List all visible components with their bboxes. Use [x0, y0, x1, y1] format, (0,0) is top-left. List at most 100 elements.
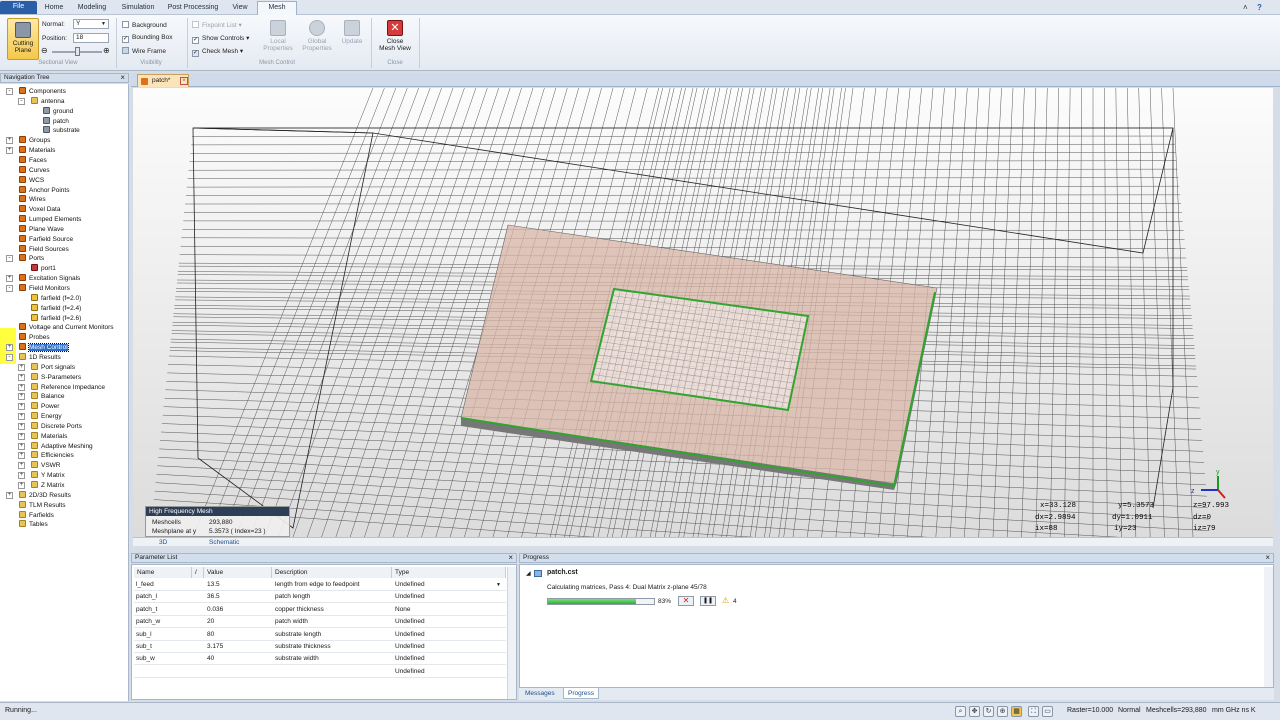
- tree-item[interactable]: Tables: [19, 520, 48, 529]
- tree-item[interactable]: - Field Monitors: [6, 284, 70, 293]
- tab-file[interactable]: File: [0, 1, 37, 14]
- tree-item[interactable]: + Materials: [6, 146, 55, 155]
- tree-item[interactable]: +2D/3D Results: [6, 490, 71, 500]
- bounding-box-checkbox[interactable]: ✓ Bounding Box: [122, 34, 172, 43]
- close-icon[interactable]: ×: [120, 74, 125, 82]
- scrollbar[interactable]: [1264, 567, 1273, 687]
- cell-value[interactable]: 80: [207, 629, 273, 641]
- tree-item[interactable]: + Adaptive Meshing: [18, 441, 93, 451]
- scrollbar[interactable]: [507, 567, 516, 699]
- tree-item[interactable]: + Materials: [18, 431, 67, 441]
- collapse-icon[interactable]: -: [6, 353, 13, 361]
- tree-item[interactable]: Voxel Data: [19, 205, 60, 214]
- tree-item[interactable]: + Mesh Control: [6, 343, 69, 353]
- warning-icon[interactable]: ⚠: [722, 596, 729, 605]
- collapse-icon[interactable]: ◢: [526, 570, 531, 577]
- tree-item[interactable]: - Ports: [6, 254, 44, 263]
- close-tab-icon[interactable]: ×: [180, 77, 188, 85]
- col-type[interactable]: Type: [392, 567, 506, 578]
- tree-item[interactable]: patch: [43, 116, 69, 126]
- expand-icon[interactable]: +: [18, 413, 25, 421]
- cutting-plane-button[interactable]: Cutting Plane: [7, 18, 39, 60]
- tree-item[interactable]: + Efficiencies: [18, 451, 74, 460]
- tree-item[interactable]: - Components: [6, 87, 66, 96]
- global-properties-button[interactable]: Global Properties: [297, 20, 337, 52]
- rotate-icon[interactable]: ↻: [983, 706, 994, 717]
- expand-icon[interactable]: +: [6, 137, 13, 145]
- tab-progress[interactable]: Progress: [563, 688, 600, 699]
- tree-item[interactable]: + Balance: [18, 392, 65, 401]
- collapse-icon[interactable]: -: [18, 97, 25, 105]
- collapse-icon[interactable]: -: [6, 285, 13, 292]
- cell-value[interactable]: 20: [207, 616, 273, 628]
- document-tab[interactable]: patch* ×: [137, 74, 189, 87]
- check-mesh-button[interactable]: ✓ Check Mesh ▾: [192, 47, 243, 57]
- table-row[interactable]: sub_w 40 substrate width Undefined: [134, 653, 506, 666]
- tree-item[interactable]: Field Sources: [19, 244, 69, 254]
- reset-view-icon[interactable]: ⛶: [1028, 706, 1039, 717]
- tree-item[interactable]: Lumped Elements: [19, 215, 81, 224]
- tree-item[interactable]: + Y Matrix: [18, 471, 65, 480]
- close-icon[interactable]: ×: [1265, 554, 1270, 562]
- tree-item[interactable]: farfield (f=2.4): [31, 303, 81, 313]
- expand-icon[interactable]: +: [18, 472, 25, 480]
- pan-icon[interactable]: ✥: [969, 706, 980, 717]
- tab-modeling[interactable]: Modeling: [72, 2, 112, 15]
- table-row[interactable]: sub_t 3.175 substrate thickness Undefined: [134, 641, 506, 653]
- col-name[interactable]: Name: [134, 567, 192, 578]
- expand-icon[interactable]: +: [18, 482, 25, 489]
- tree-item[interactable]: + VSWR: [18, 461, 61, 470]
- tree-item[interactable]: - antenna: [18, 96, 65, 106]
- tree-item[interactable]: + Z Matrix: [18, 481, 64, 490]
- tree-item[interactable]: Probes: [19, 333, 50, 342]
- minus-icon[interactable]: ⊖: [41, 46, 48, 55]
- col-value[interactable]: Value: [204, 567, 272, 578]
- mesh-view-icon[interactable]: ▦: [1011, 706, 1022, 717]
- col-sort[interactable]: /: [192, 567, 204, 578]
- tree-item[interactable]: + Power: [18, 402, 59, 411]
- expand-icon[interactable]: +: [18, 442, 25, 450]
- zoom-icon[interactable]: ⌕: [955, 706, 966, 717]
- tree-item[interactable]: substrate: [43, 126, 80, 135]
- tree-item[interactable]: + Reference Impedance: [18, 382, 105, 392]
- expand-icon[interactable]: +: [18, 432, 25, 440]
- expand-icon[interactable]: +: [18, 462, 25, 470]
- expand-icon[interactable]: +: [18, 373, 25, 381]
- expand-icon[interactable]: +: [18, 422, 25, 430]
- 3d-viewport[interactable]: z y: [133, 88, 1273, 537]
- table-row[interactable]: Undefined: [134, 666, 506, 678]
- display-icon[interactable]: ▭: [1042, 706, 1053, 717]
- table-row[interactable]: patch_t 0.036 copper thickness None: [134, 604, 506, 616]
- expand-icon[interactable]: +: [6, 147, 13, 155]
- cell-value[interactable]: 13.5: [207, 579, 273, 591]
- expand-icon[interactable]: +: [18, 403, 25, 411]
- tree-item[interactable]: + Port signals: [18, 362, 75, 372]
- expand-icon[interactable]: +: [6, 275, 13, 283]
- tree-item[interactable]: + Energy: [18, 412, 62, 421]
- show-controls-button[interactable]: ✓ Show Controls ▾: [192, 34, 249, 44]
- tab-view[interactable]: View: [226, 2, 254, 15]
- wire-frame-button[interactable]: Wire Frame: [122, 47, 166, 55]
- tree-item[interactable]: + Discrete Ports: [18, 421, 82, 431]
- table-row[interactable]: patch_l 36.5 patch length Undefined: [134, 591, 506, 604]
- tab-simulation[interactable]: Simulation: [116, 2, 160, 15]
- table-row[interactable]: sub_l 80 substrate length Undefined: [134, 629, 506, 641]
- fixpoint-list-button[interactable]: Fixpoint List ▾: [192, 21, 242, 29]
- tab-schematic[interactable]: Schematic: [209, 538, 239, 547]
- close-icon[interactable]: ×: [508, 554, 513, 562]
- tab-home[interactable]: Home: [40, 2, 68, 15]
- tree-item[interactable]: Curves: [19, 165, 50, 175]
- tree-item[interactable]: Faces: [19, 155, 47, 165]
- cell-value[interactable]: 3.175: [207, 641, 273, 653]
- tree-item[interactable]: Farfield Source: [19, 234, 73, 244]
- background-checkbox[interactable]: Background: [122, 21, 167, 29]
- expand-icon[interactable]: +: [18, 383, 25, 391]
- normal-select[interactable]: Y ▼: [73, 19, 109, 29]
- col-description[interactable]: Description: [272, 567, 392, 578]
- minimize-ribbon-icon[interactable]: ˄: [1243, 3, 1248, 12]
- tab-messages[interactable]: Messages: [521, 688, 559, 699]
- collapse-icon[interactable]: -: [6, 88, 13, 95]
- tab-3d[interactable]: 3D: [159, 538, 167, 547]
- cell-value[interactable]: [207, 666, 273, 678]
- plus-icon[interactable]: ⊕: [103, 46, 110, 55]
